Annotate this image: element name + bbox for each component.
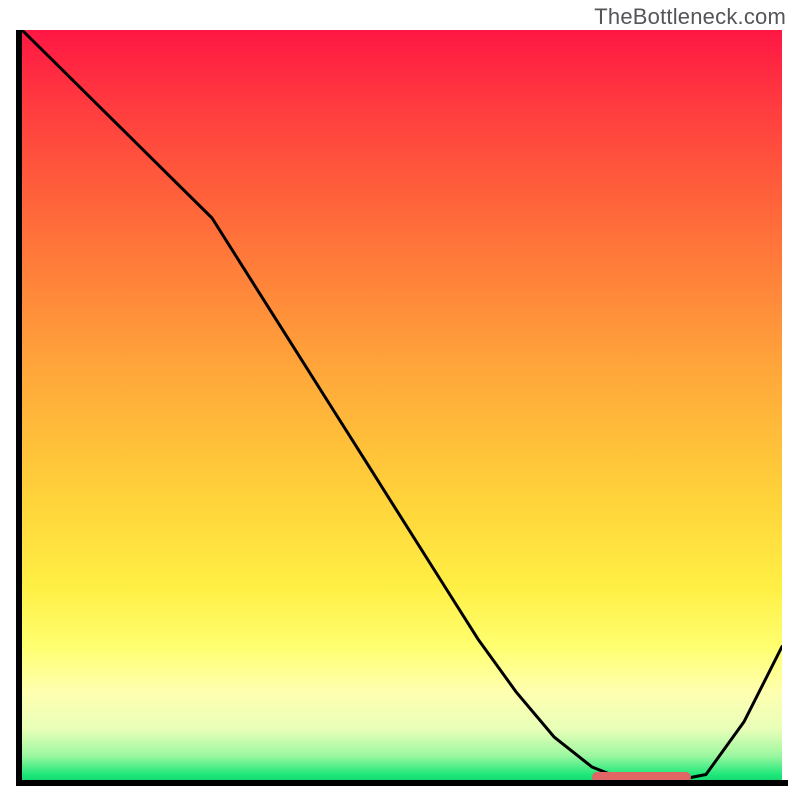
attribution-label: TheBottleneck.com: [594, 4, 786, 30]
bottleneck-curve: [22, 30, 782, 782]
x-axis: [16, 780, 788, 786]
y-axis: [16, 30, 22, 786]
